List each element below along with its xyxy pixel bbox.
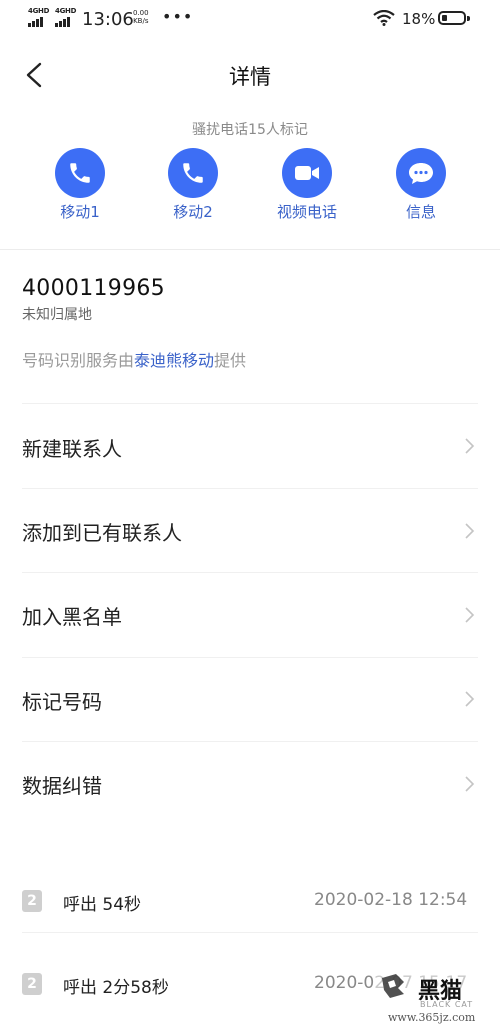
menu-new-contact-label: 新建联系人 <box>22 437 122 461</box>
video-call-label: 视频电话 <box>276 203 337 221</box>
chevron-right-icon <box>465 776 475 792</box>
video-camera-icon <box>282 148 332 198</box>
watermark-brand: BLACK CAT <box>420 1000 474 1009</box>
provider-suffix: 提供 <box>214 351 247 370</box>
battery-icon <box>438 11 466 25</box>
call-sim1-label: 移动1 <box>60 203 100 221</box>
section-divider <box>0 249 500 250</box>
network-speed: 0.00 KB/s <box>133 9 149 25</box>
status-bar: 4GHD 4GHD 13:06 0.00 KB/s ••• 18% <box>0 0 500 40</box>
sim1-network-label: 4GHD <box>28 7 50 15</box>
call-sim1-button[interactable]: 移动1 <box>35 148 125 222</box>
network-speed-value: 0.00 <box>133 9 149 17</box>
chevron-right-icon <box>465 691 475 707</box>
battery-percent: 18% <box>402 10 436 28</box>
chevron-right-icon <box>465 438 475 454</box>
phone-icon <box>168 148 218 198</box>
sim2-network-label: 4GHD <box>55 7 77 15</box>
more-notifications-icon: ••• <box>162 7 194 26</box>
menu-blacklist-label: 加入黑名单 <box>22 605 122 629</box>
menu-add-to-existing-label: 添加到已有联系人 <box>22 521 182 545</box>
phone-number: 4000119965 <box>22 276 165 301</box>
watermark-url: www.365jz.com <box>388 1011 476 1024</box>
page-title: 详情 <box>229 65 271 89</box>
chevron-right-icon <box>465 607 475 623</box>
message-label: 信息 <box>405 203 436 221</box>
divider <box>22 932 478 933</box>
network-speed-unit: KB/s <box>133 17 149 25</box>
sim-badge-icon: 2 <box>22 890 42 912</box>
chevron-right-icon <box>465 523 475 539</box>
spam-mark-notice: 骚扰电话15人标记 <box>192 122 308 138</box>
battery-tip <box>467 16 470 21</box>
wifi-icon <box>373 10 395 26</box>
menu-mark-number-label: 标记号码 <box>22 690 102 714</box>
video-call-button[interactable]: 视频电话 <box>262 148 352 222</box>
menu-data-correction-label: 数据纠错 <box>22 774 102 798</box>
message-bubble-icon <box>396 148 446 198</box>
message-button[interactable]: 信息 <box>376 148 466 222</box>
provider-prefix: 号码识别服务由 <box>22 351 135 370</box>
provider-link[interactable]: 泰迪熊移动 <box>134 351 214 370</box>
number-location: 未知归属地 <box>22 307 92 323</box>
call-sim2-label: 移动2 <box>173 203 213 221</box>
sim-badge-icon: 2 <box>22 973 42 995</box>
call-sim2-button[interactable]: 移动2 <box>148 148 238 222</box>
call-type-duration: 呼出 54秒 <box>63 895 142 915</box>
call-type-duration: 呼出 2分58秒 <box>63 978 169 998</box>
status-time: 13:06 <box>82 9 134 30</box>
call-datetime: 2020-02-18 12:54 <box>314 890 468 910</box>
identification-provider-notice: 号码识别服务由泰迪熊移动提供 <box>22 347 246 371</box>
phone-icon <box>55 148 105 198</box>
